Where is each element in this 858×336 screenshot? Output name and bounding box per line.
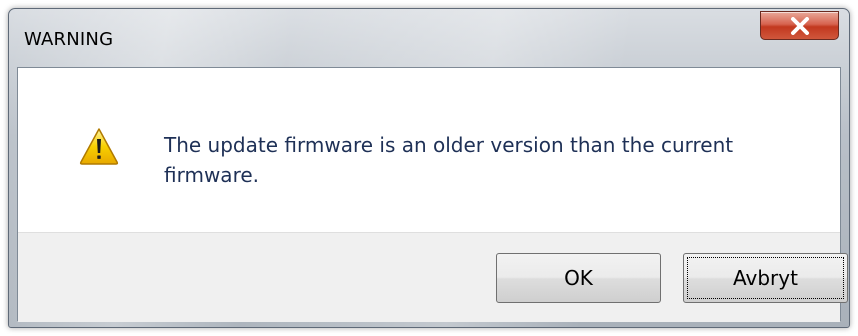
warning-message: The update firmware is an older version … <box>164 133 734 187</box>
close-icon <box>791 17 809 35</box>
cancel-button[interactable]: Avbryt <box>683 253 848 303</box>
button-bar: OK Avbryt <box>18 232 848 322</box>
cancel-button-label: Avbryt <box>733 266 798 290</box>
message-area: The update firmware is an older version … <box>18 68 840 232</box>
dialog-title: WARNING <box>24 29 114 50</box>
close-button[interactable] <box>760 11 839 40</box>
warning-icon <box>79 128 119 165</box>
dialog-client-area: The update firmware is an older version … <box>17 67 848 322</box>
ok-button[interactable]: OK <box>496 253 661 303</box>
warning-dialog: WARNING The update firmware is an older … <box>8 8 850 328</box>
title-bar[interactable]: WARNING <box>9 9 849 67</box>
ok-button-label: OK <box>564 266 593 290</box>
